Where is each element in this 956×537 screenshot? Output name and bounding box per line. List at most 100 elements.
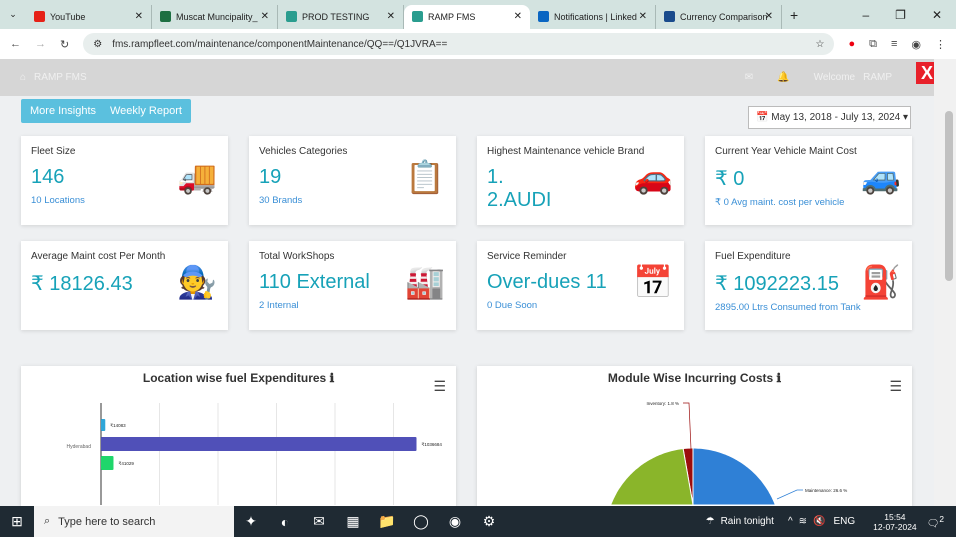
restore-icon[interactable]: ❐ (895, 8, 906, 22)
data-label: Inventory: 1.8 % (646, 401, 679, 406)
volume-muted-icon[interactable]: 🔇 (813, 516, 825, 527)
search-icon: ⌕ (44, 515, 51, 527)
browser-tab[interactable]: RAMP FMS ✕ (404, 4, 530, 29)
weather-text[interactable]: Rain tonight (721, 516, 774, 527)
card-illustration-icon: 🏭 (405, 264, 445, 300)
close-tab-icon[interactable]: ✕ (765, 11, 773, 22)
weather-icon[interactable]: ☂ (706, 516, 715, 527)
tab-favicon-icon (538, 11, 549, 22)
network-icon[interactable]: ≋ (799, 516, 807, 527)
tray-chevron-icon[interactable]: ^ (788, 516, 793, 527)
stat-card[interactable]: Current Year Vehicle Maint Cost ₹ 0 ₹ 0 Av… (705, 136, 912, 225)
chart-title: Location wise fuel Expenditures (142, 371, 327, 385)
reload-icon[interactable]: ↻ (60, 38, 69, 51)
taskbar-search[interactable]: ⌕ Type here to search (34, 506, 234, 537)
extensions-icon[interactable]: ⧉ (869, 38, 877, 51)
reading-list-icon[interactable]: ≡ (891, 38, 897, 50)
taskbar: ⊞ ⌕ Type here to search ✦ ◐ ✉ ▦ 📁 ◯ ◉ ⚙ ☂ Rain t… (0, 506, 956, 537)
data-label: ₹1036684 (422, 442, 443, 447)
bar (101, 437, 417, 451)
profile-icon[interactable]: ◉ (911, 38, 921, 51)
clock-time: 15:54 (884, 511, 906, 522)
scrollbar-thumb[interactable] (945, 111, 953, 281)
back-icon[interactable]: ← (10, 38, 21, 50)
tab-label: PROD TESTING (302, 11, 370, 22)
mail-icon[interactable]: ✉ (745, 72, 753, 83)
notification-count: 2 (939, 513, 944, 524)
site-info-icon[interactable]: ⚙ (93, 39, 102, 50)
fuel-expenditure-chart: Location wise fuel Expenditures ℹ ☰ Hyde… (21, 366, 456, 506)
stat-card[interactable]: Highest Maintenance vehicle Brand 1. 2.AUD… (477, 136, 684, 225)
bookmark-star-icon[interactable]: ☆ (815, 39, 824, 50)
edge-icon[interactable]: ◐ (268, 514, 302, 530)
close-tab-icon[interactable]: ✕ (261, 11, 269, 22)
tab-list-icon[interactable]: ⌄ (0, 9, 26, 20)
close-tab-icon[interactable]: ✕ (639, 11, 647, 22)
stat-card[interactable]: Vehicles Categories 19 30 Brands 📋 (249, 136, 456, 225)
file-explorer-icon[interactable]: 📁 (370, 513, 404, 530)
windows-start-icon[interactable]: ⊞ (0, 513, 34, 530)
close-window-icon[interactable]: ✕ (932, 8, 942, 22)
copilot-icon[interactable]: ✦ (234, 513, 268, 530)
settings-icon[interactable]: ⚙ (472, 513, 506, 530)
url-input[interactable]: ⚙ fms.rampfleet.com/maintenance/component… (83, 33, 835, 55)
card-illustration-icon: 📋 (405, 159, 445, 195)
connector-line (776, 489, 803, 500)
menu-icon[interactable]: ⋮ (935, 38, 946, 51)
notifications-icon[interactable]: 🗨2 (927, 514, 944, 529)
address-bar-row: ← → ↻ ⚙ fms.rampfleet.com/maintenance/compo… (0, 29, 956, 59)
page-scrollbar[interactable] (934, 59, 956, 506)
tab-favicon-icon (160, 11, 171, 22)
close-tab-icon[interactable]: ✕ (514, 11, 522, 22)
store-icon[interactable]: ▦ (336, 513, 370, 530)
data-label: ₹41029 (118, 461, 134, 466)
info-icon[interactable]: ℹ (330, 371, 335, 385)
pie-slice (692, 447, 781, 505)
minimize-icon[interactable]: – (862, 8, 869, 22)
chrome-icon[interactable]: ◉ (438, 513, 472, 530)
stat-card[interactable]: Service Reminder Over-dues 11 0 Due Soon 📅 (477, 241, 684, 330)
date-range-text: May 13, 2018 - July 13, 2024 (771, 112, 901, 123)
clock[interactable]: 15:54 12-07-2024 (873, 512, 916, 532)
browser-tab[interactable]: PROD TESTING ✕ (278, 4, 404, 29)
language-indicator[interactable]: ENG (834, 516, 856, 527)
data-label: Maintenance: 26.6 % (805, 488, 847, 493)
tab-favicon-icon (412, 11, 423, 22)
brand: RAMP FMS (34, 72, 87, 83)
browser-tab[interactable]: YouTube ✕ (26, 4, 152, 29)
close-tab-icon[interactable]: ✕ (135, 11, 143, 22)
weekly-report-button[interactable]: Weekly Report (101, 99, 191, 123)
app-header: ⌂ RAMP FMS ✉ 🔔 Welcome RAMP (0, 59, 934, 96)
info-icon[interactable]: ℹ (777, 371, 782, 385)
category-label: Hyderabad (67, 444, 92, 450)
stat-card[interactable]: Fleet Size 146 10 Locations 🚚 (21, 136, 228, 225)
user-name[interactable]: RAMP (863, 72, 892, 83)
date-range-picker[interactable]: 📅 May 13, 2018 - July 13, 2024 ▾ (748, 106, 911, 129)
opera-icon[interactable]: ● (848, 38, 855, 50)
browser-tab[interactable]: Currency Comparison ✕ (656, 4, 782, 29)
stat-card[interactable]: Fuel Expenditure ₹ 1092223.15 2895.00 Ltrs… (705, 241, 912, 330)
mail-app-icon[interactable]: ✉ (302, 513, 336, 530)
whatsapp-icon[interactable]: ◯ (404, 513, 438, 530)
tab-bar: ⌄ YouTube ✕ Muscat Muncipality_ ✕ PROD TESTI… (0, 0, 956, 29)
tab-label: Muscat Muncipality_ (176, 11, 258, 22)
close-tab-icon[interactable]: ✕ (387, 11, 395, 22)
clock-date: 12-07-2024 (873, 521, 917, 532)
stat-card[interactable]: Total WorkShops 110 External 2 Internal 🏭 (249, 241, 456, 330)
browser-tab[interactable]: Notifications | Linked ✕ (530, 4, 656, 29)
stat-card[interactable]: Average Maint cost Per Month ₹ 18126.43 🧑‍… (21, 241, 228, 330)
tab-label: Currency Comparison (680, 11, 768, 22)
card-illustration-icon: 🧑‍🔧 (177, 264, 217, 300)
more-insights-button[interactable]: More Insights (21, 99, 106, 123)
home-icon[interactable]: ⌂ (20, 72, 26, 83)
new-tab-button[interactable]: + (790, 7, 798, 23)
bell-icon[interactable]: 🔔 (777, 72, 789, 83)
tab-favicon-icon (664, 11, 675, 22)
search-placeholder: Type here to search (58, 515, 156, 528)
tab-label: RAMP FMS (428, 11, 476, 22)
card-illustration-icon: 📅 (633, 264, 673, 300)
connector-line (683, 402, 692, 450)
browser-tab[interactable]: Muscat Muncipality_ ✕ (152, 4, 278, 29)
forward-icon[interactable]: → (35, 38, 46, 50)
data-label: ₹14083 (110, 423, 126, 428)
